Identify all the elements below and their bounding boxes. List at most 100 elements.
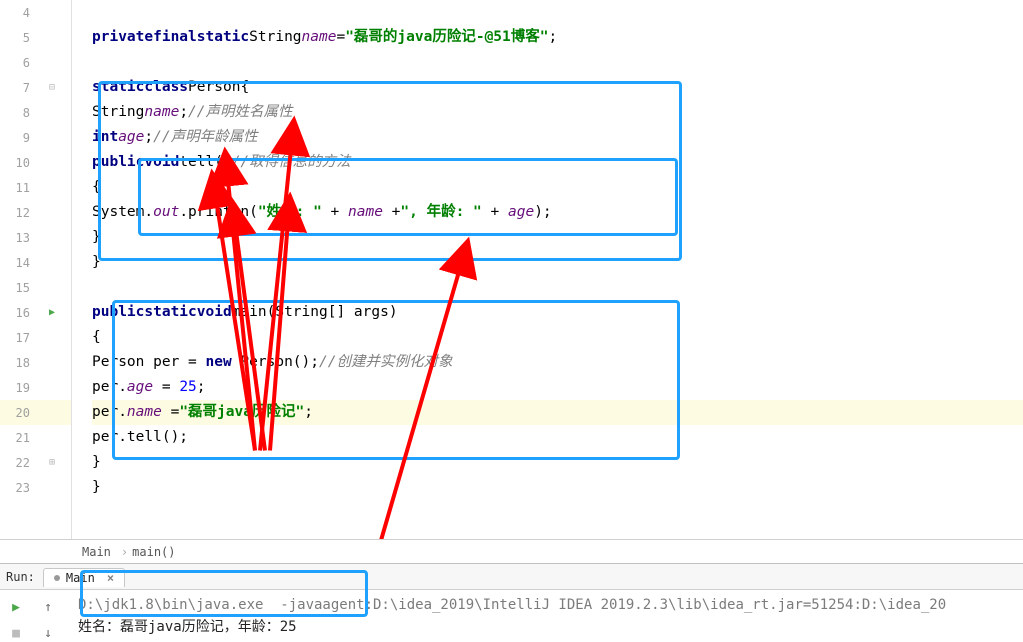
breadcrumb-item[interactable]: Main — [82, 545, 111, 559]
line-number: 19 — [0, 381, 36, 395]
line-number: 23 — [0, 481, 36, 495]
run-gutter-icon[interactable]: ▶ — [37, 307, 67, 318]
run-tab[interactable]: Main × — [43, 568, 125, 587]
console-cmd: D:\jdk1.8\bin\java.exe -javaagent:D:\ide… — [78, 597, 946, 613]
gutter[interactable]: 4 5 6 7⊟ 8 9 10 11 12 13 14 15 16▶ 17 18… — [0, 0, 72, 539]
line-number: 6 — [0, 56, 36, 70]
string: "磊哥java历险记" — [179, 400, 304, 425]
brace: } — [92, 450, 101, 475]
brace: { — [92, 325, 101, 350]
down-icon[interactable]: ↓ — [39, 624, 57, 642]
method: tell() — [179, 150, 231, 175]
field: name — [127, 400, 162, 425]
line-number: 13 — [0, 231, 36, 245]
code-text: per. — [92, 400, 127, 425]
field: name — [302, 25, 337, 50]
code-text: per.tell(); — [92, 425, 188, 450]
run-tabrow: Run: Main × — [0, 564, 1023, 590]
line-number: 7 — [0, 81, 36, 95]
collapse-icon[interactable]: ⊟ — [37, 82, 67, 93]
line-number: 8 — [0, 106, 36, 120]
editor-window: 4 5 6 7⊟ 8 9 10 11 12 13 14 15 16▶ 17 18… — [0, 0, 1023, 642]
line-number: 14 — [0, 256, 36, 270]
op: = — [162, 400, 179, 425]
editor-area: 4 5 6 7⊟ 8 9 10 11 12 13 14 15 16▶ 17 18… — [0, 0, 1023, 539]
keyword: void — [144, 150, 179, 175]
semi: ; — [304, 400, 313, 425]
keyword: class — [144, 75, 188, 100]
op: = — [153, 375, 179, 400]
close-icon[interactable]: × — [107, 571, 114, 585]
comment: //取得信息的方法 — [232, 150, 351, 175]
op: + — [482, 200, 508, 225]
type: String — [92, 100, 144, 125]
code-text: per. — [92, 375, 127, 400]
code-text: Person(); — [232, 350, 319, 375]
line-number: 17 — [0, 331, 36, 345]
string: ", 年龄: " — [400, 200, 481, 225]
code-text: .println( — [179, 200, 258, 225]
type: String — [249, 25, 301, 50]
line-number: 21 — [0, 431, 36, 445]
keyword: static — [144, 300, 196, 325]
line-number: 12 — [0, 206, 36, 220]
line-number: 10 — [0, 156, 36, 170]
keyword: private — [92, 25, 153, 50]
class-name: Person — [188, 75, 240, 100]
op: = — [336, 25, 345, 50]
code-area[interactable]: private final static String name = "磊哥的j… — [72, 0, 1023, 539]
line-number: 20 — [0, 406, 36, 420]
line-number: 15 — [0, 281, 36, 295]
field: age — [127, 375, 153, 400]
console-line: 姓名：磊哥java历险记，年龄：25 — [78, 619, 297, 635]
method: main(String[] args) — [232, 300, 398, 325]
up-icon[interactable]: ↑ — [39, 598, 57, 616]
comment: //创建并实例化对象 — [319, 350, 452, 375]
breadcrumb-item[interactable]: main() — [132, 545, 175, 559]
brace: { — [92, 175, 101, 200]
run-label: Run: — [6, 570, 35, 584]
field: age — [508, 200, 534, 225]
brace: } — [92, 225, 101, 250]
semi: ; — [144, 125, 153, 150]
keyword: static — [92, 75, 144, 100]
comment: //声明姓名属性 — [188, 100, 292, 125]
semi: ; — [549, 25, 558, 50]
line-number: 18 — [0, 356, 36, 370]
semi: ; — [179, 100, 188, 125]
code-text: Person per = — [92, 350, 206, 375]
semi: ; — [197, 375, 206, 400]
brace: } — [92, 475, 101, 500]
code-text: System. — [92, 200, 153, 225]
op: + — [383, 200, 400, 225]
status-dot-icon — [54, 575, 60, 581]
comment: //声明年龄属性 — [153, 125, 257, 150]
run-tab-title: Main — [66, 571, 95, 585]
line-number: 16 — [0, 306, 36, 320]
code-text: ); — [534, 200, 551, 225]
string: "磊哥的java历险记-@51博客" — [345, 25, 548, 50]
brace: } — [92, 250, 101, 275]
stop-icon[interactable]: ■ — [7, 624, 25, 642]
console-output[interactable]: D:\jdk1.8\bin\java.exe -javaagent:D:\ide… — [70, 590, 1023, 642]
breadcrumb[interactable]: Main › main() — [0, 539, 1023, 563]
keyword: static — [197, 25, 249, 50]
keyword: public — [92, 300, 144, 325]
keyword: new — [206, 350, 232, 375]
line-number: 9 — [0, 131, 36, 145]
keyword: int — [92, 125, 118, 150]
collapse-end-icon[interactable]: ⊞ — [37, 457, 67, 468]
field: name — [348, 200, 383, 225]
rerun-icon[interactable]: ▶ — [7, 598, 25, 616]
field: name — [144, 100, 179, 125]
number: 25 — [179, 375, 196, 400]
console: ▶ ■ ↑ ↓ D:\jdk1.8\bin\java.exe -javaagen… — [0, 590, 1023, 642]
line-number: 22 — [0, 456, 36, 470]
string: "姓名: " — [258, 200, 322, 225]
line-number: 4 — [0, 6, 36, 20]
keyword: void — [197, 300, 232, 325]
line-number: 5 — [0, 31, 36, 45]
chevron-icon: › — [121, 545, 128, 559]
field: age — [118, 125, 144, 150]
keyword: final — [153, 25, 197, 50]
